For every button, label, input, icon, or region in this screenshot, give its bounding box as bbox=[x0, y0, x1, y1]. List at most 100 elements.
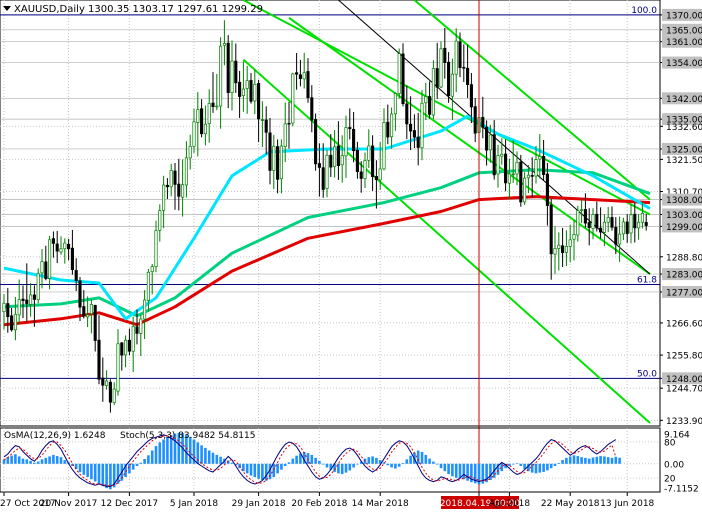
osma-bar bbox=[371, 456, 374, 464]
candle-body bbox=[557, 244, 561, 249]
candle-body bbox=[587, 222, 591, 228]
osma-bar bbox=[401, 463, 405, 464]
osma-bar bbox=[553, 463, 557, 466]
osma-bar bbox=[458, 463, 462, 479]
osma-bar bbox=[580, 457, 583, 464]
osma-bar bbox=[549, 463, 553, 469]
candle-body bbox=[515, 162, 519, 175]
price-label: 1303.00 bbox=[666, 211, 702, 221]
osma-bar bbox=[420, 451, 424, 464]
candle-body bbox=[435, 68, 439, 88]
candle-body bbox=[264, 119, 268, 133]
candle-body bbox=[67, 243, 71, 250]
osma-bar bbox=[466, 463, 469, 481]
candle-body bbox=[416, 136, 420, 148]
candle-body bbox=[86, 314, 90, 318]
osma-bar bbox=[200, 445, 203, 464]
candle-body bbox=[116, 343, 120, 392]
candle-body bbox=[13, 313, 17, 331]
osma-bar bbox=[534, 463, 538, 474]
candle-body bbox=[367, 145, 371, 161]
candle-body bbox=[48, 239, 52, 279]
candle-body bbox=[534, 159, 538, 177]
osma-bar bbox=[599, 456, 602, 464]
candle-body bbox=[36, 273, 40, 301]
osma-bar bbox=[576, 456, 580, 464]
candle-body bbox=[485, 126, 489, 151]
candle-body bbox=[443, 47, 447, 63]
candle-body bbox=[401, 53, 405, 105]
candle bbox=[397, 48, 401, 99]
osma-bar bbox=[390, 463, 393, 468]
candle-body bbox=[139, 318, 143, 334]
osma-bar bbox=[386, 463, 390, 466]
osma-bar bbox=[375, 457, 378, 464]
osc-axis-label: 80 bbox=[664, 439, 676, 449]
candle-body bbox=[219, 45, 223, 107]
candle-body bbox=[561, 245, 565, 253]
candle bbox=[36, 268, 40, 304]
candle-body bbox=[614, 226, 618, 245]
candle-body bbox=[390, 113, 394, 138]
osma-bar bbox=[55, 456, 59, 464]
osma-bar bbox=[561, 460, 564, 464]
osma-bar bbox=[143, 458, 146, 464]
osma-bar bbox=[93, 463, 97, 482]
candle-body bbox=[260, 119, 264, 121]
osc-axis-label: 0.00 bbox=[664, 460, 684, 470]
candle-body bbox=[580, 209, 584, 211]
osma-bar bbox=[280, 463, 283, 470]
candle-body bbox=[78, 280, 82, 308]
candle-body bbox=[481, 117, 485, 128]
candle-body bbox=[458, 41, 462, 68]
osma-bar bbox=[432, 461, 435, 464]
osma-bar bbox=[283, 463, 287, 466]
osma-bar bbox=[204, 447, 207, 464]
osma-bar bbox=[90, 463, 93, 480]
osma-bar bbox=[614, 456, 618, 464]
candle-body bbox=[409, 123, 413, 132]
candle-body bbox=[29, 294, 33, 305]
time-label: 22 May 2018 bbox=[541, 499, 600, 509]
candle-body bbox=[428, 96, 432, 115]
candle-body bbox=[101, 377, 105, 386]
candle-body bbox=[492, 134, 496, 176]
candle-body bbox=[169, 170, 173, 188]
candle-body bbox=[295, 72, 299, 75]
candle-body bbox=[576, 210, 580, 236]
osma-bar bbox=[158, 442, 162, 464]
price-label: 1255.80 bbox=[666, 352, 702, 362]
candle-body bbox=[188, 145, 192, 159]
osma-bar bbox=[86, 463, 89, 478]
candle-body bbox=[496, 155, 500, 175]
osma-bar bbox=[489, 463, 492, 480]
time-label: 5 Jan 2018 bbox=[170, 499, 218, 509]
candle-body bbox=[500, 153, 504, 157]
candle-body bbox=[253, 83, 257, 102]
osma-bar bbox=[325, 463, 329, 468]
candle-body bbox=[181, 184, 185, 198]
time-label: 14 Mar 2018 bbox=[352, 499, 409, 509]
candle-body bbox=[112, 388, 116, 403]
osma-bar bbox=[82, 463, 86, 475]
osma-bar bbox=[97, 463, 101, 485]
price-label: 1266.60 bbox=[666, 319, 702, 329]
osma-bar bbox=[352, 463, 355, 468]
osma-bar bbox=[356, 463, 359, 465]
candle-body bbox=[158, 210, 162, 231]
candle-body bbox=[355, 149, 359, 172]
candle-body bbox=[424, 96, 428, 104]
candle-body bbox=[412, 130, 416, 138]
candle-body bbox=[203, 123, 207, 135]
candle-body bbox=[469, 84, 473, 108]
candle-body bbox=[344, 127, 348, 157]
osma-bar bbox=[101, 463, 105, 487]
candle-body bbox=[542, 156, 546, 175]
candle-body bbox=[306, 71, 310, 99]
osma-bar bbox=[546, 463, 549, 471]
osma-bar bbox=[318, 460, 321, 464]
osma-bar bbox=[405, 459, 409, 464]
osma-bar bbox=[253, 463, 257, 478]
osma-bar bbox=[340, 463, 344, 475]
price-label: 1299.00 bbox=[666, 223, 702, 233]
